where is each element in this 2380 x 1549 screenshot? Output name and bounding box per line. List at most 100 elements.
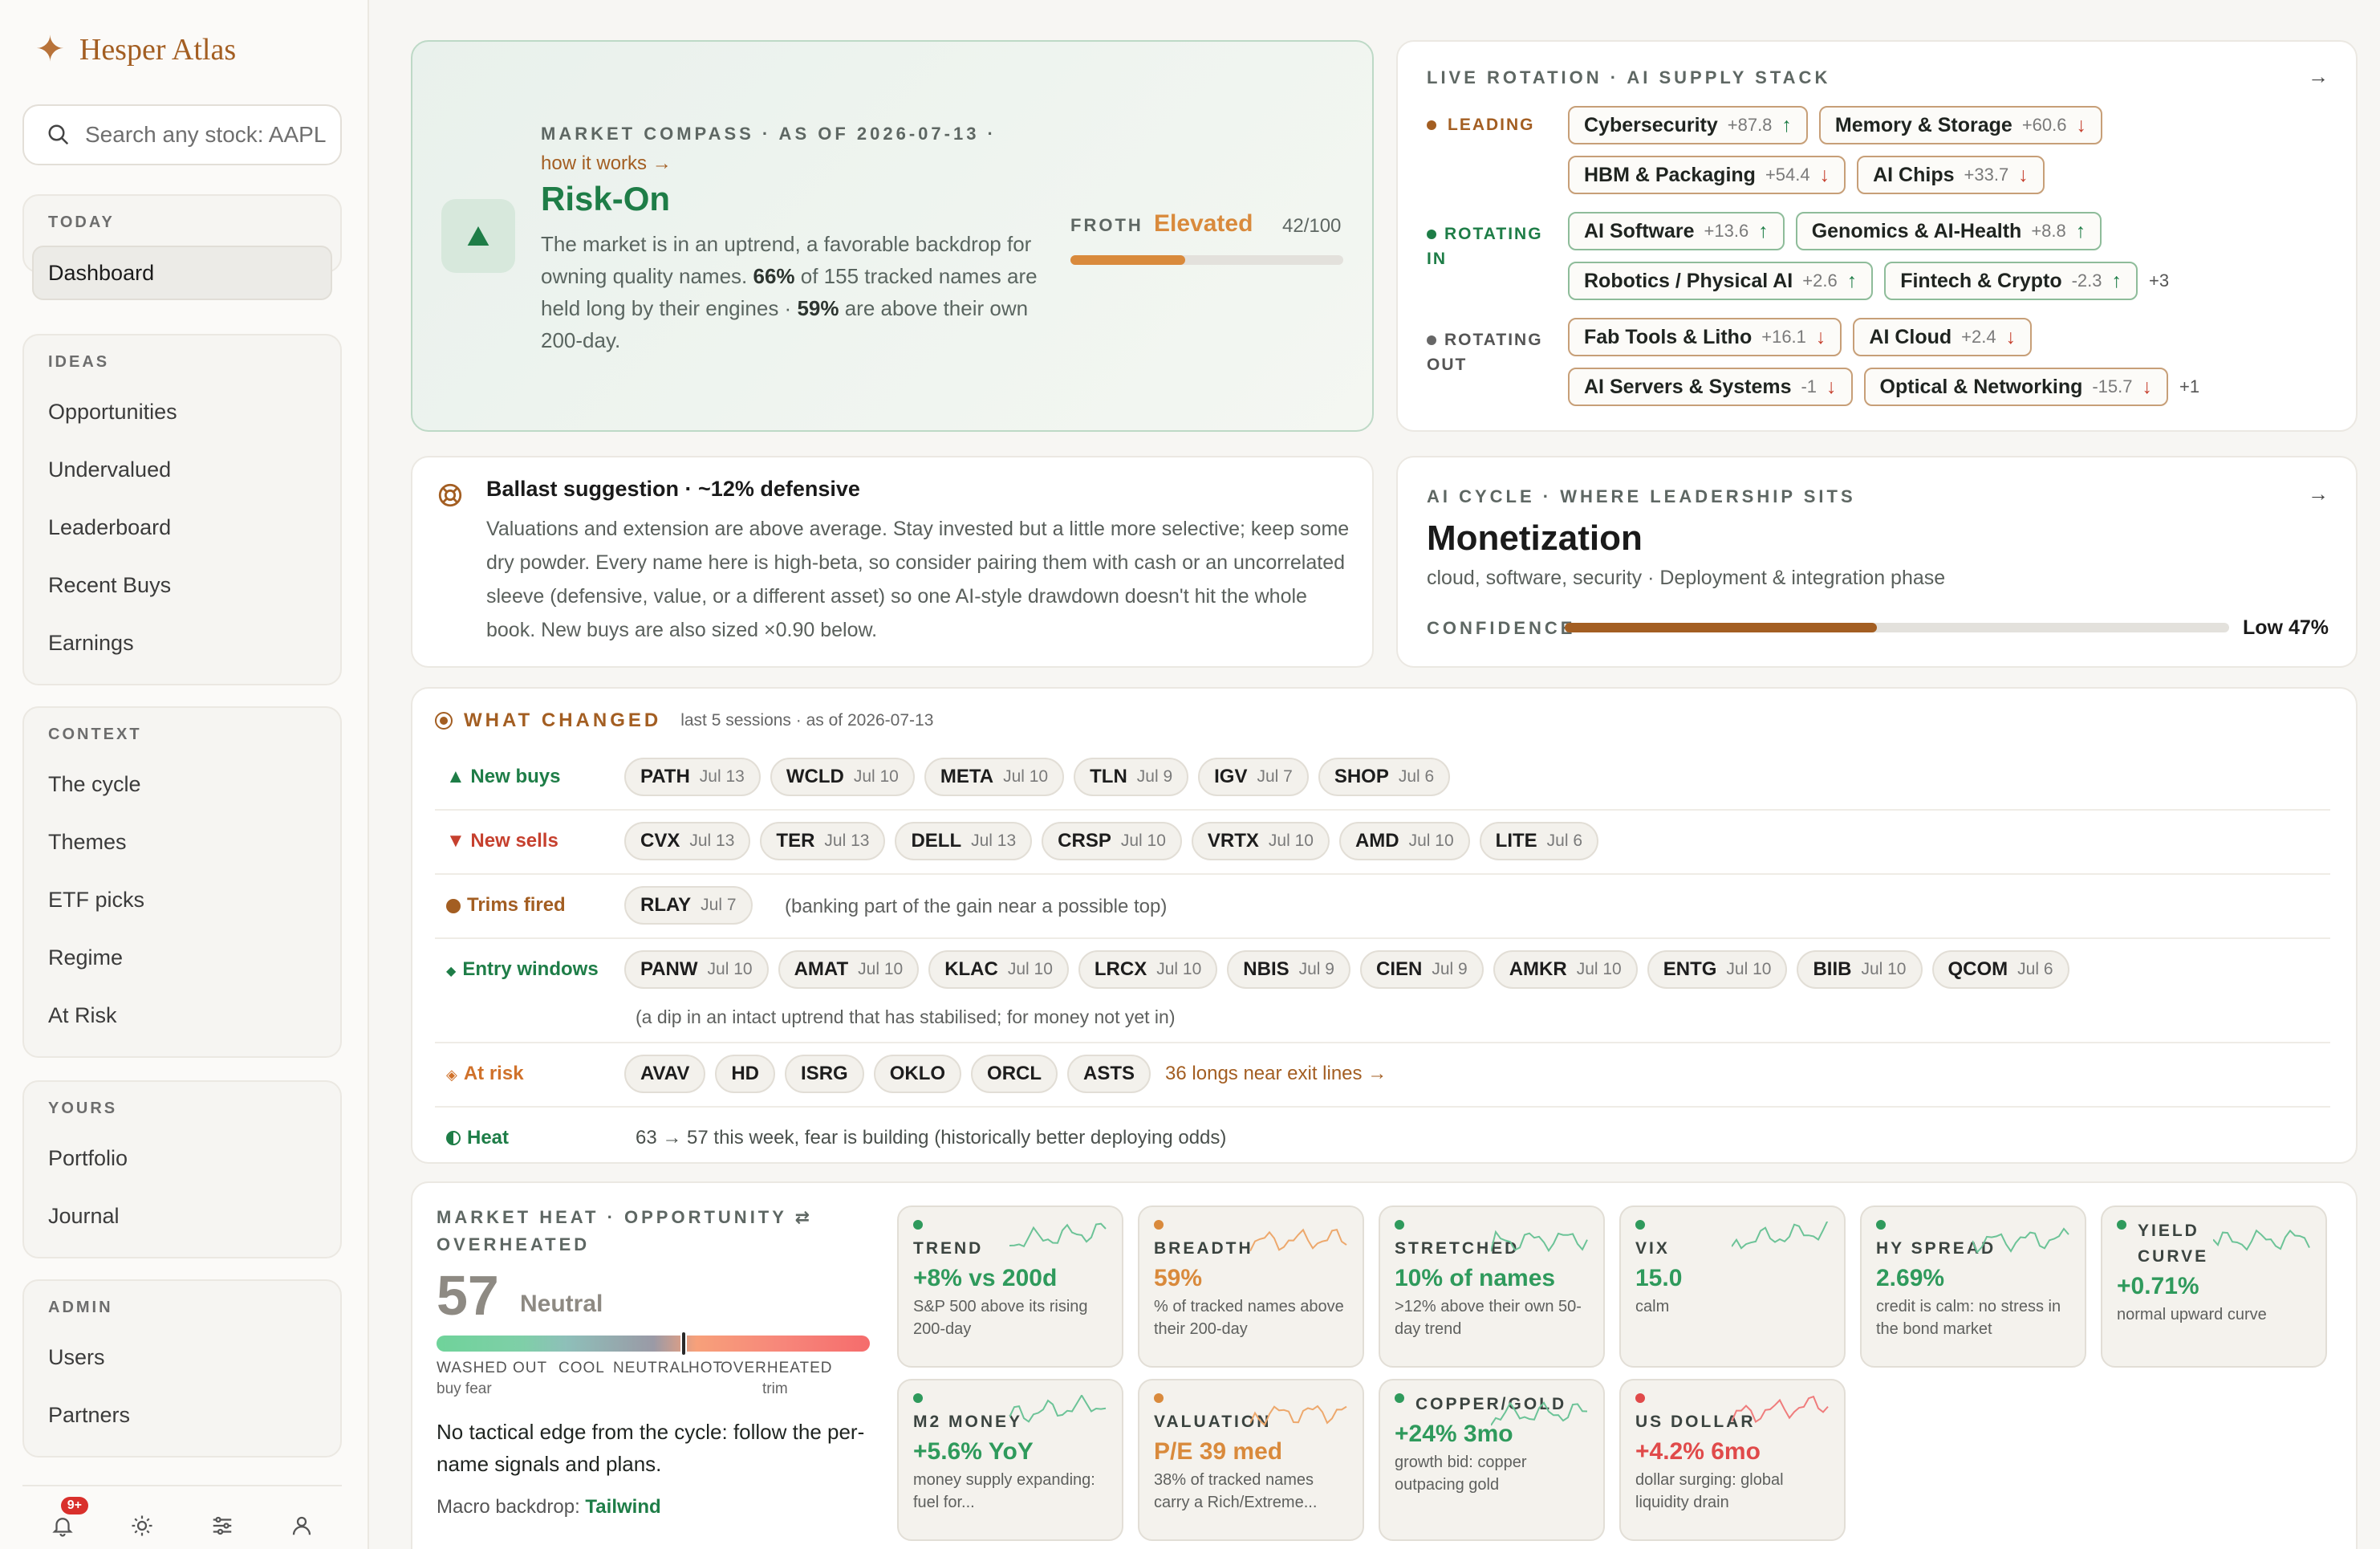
ticker-date: Jul 10 bbox=[1156, 960, 1202, 978]
ticker-date: Jul 6 bbox=[1546, 831, 1583, 850]
ticker-chip[interactable]: ORCL bbox=[971, 1055, 1058, 1093]
indicator-tile[interactable]: HY SPREAD 2.69% credit is calm: no stress … bbox=[1860, 1205, 2086, 1368]
sidebar-item-journal[interactable]: Journal bbox=[34, 1187, 331, 1245]
rotation-chip[interactable]: HBM & Packaging +54.4 ↓ bbox=[1568, 156, 1846, 194]
sidebar-item-the-cycle[interactable]: The cycle bbox=[34, 755, 331, 813]
ticker-chip[interactable]: AVAV bbox=[624, 1055, 706, 1093]
tile-desc: 38% of tracked names carry a Rich/Extrem… bbox=[1154, 1471, 1318, 1511]
heat-row: Heat 63 → 57 this week, fear is building… bbox=[435, 1108, 2330, 1164]
ticker-chip[interactable]: LRCX Jul 10 bbox=[1078, 950, 1218, 989]
sidebar-item-dashboard[interactable]: Dashboard bbox=[32, 246, 332, 300]
rotation-chip-name: AI Servers & Systems bbox=[1584, 375, 1792, 398]
ticker-chip[interactable]: PATH Jul 13 bbox=[624, 758, 761, 796]
ticker-chip[interactable]: HD bbox=[715, 1055, 776, 1093]
sidebar-item-opportunities[interactable]: Opportunities bbox=[34, 383, 331, 441]
rotation-chip[interactable]: AI Servers & Systems -1 ↓ bbox=[1568, 368, 1853, 406]
ticker-chip[interactable]: CRSP Jul 10 bbox=[1042, 822, 1182, 860]
heat-score-label: Neutral bbox=[520, 1291, 603, 1317]
sidebar-item-portfolio[interactable]: Portfolio bbox=[34, 1129, 331, 1187]
indicator-tile[interactable]: STRETCHED 10% of names >12% above their ow… bbox=[1379, 1205, 1605, 1368]
rotation-chip[interactable]: Cybersecurity +87.8 ↑ bbox=[1568, 106, 1808, 144]
ticker-chip[interactable]: AMAT Jul 10 bbox=[778, 950, 920, 989]
account-button[interactable] bbox=[286, 1510, 318, 1542]
sidebar-item-recent-buys[interactable]: Recent Buys bbox=[34, 556, 331, 614]
indicator-tile[interactable]: M2 MONEY +5.6% YoY money supply expanding:… bbox=[897, 1379, 1123, 1541]
indicator-tile[interactable]: TREND +8% vs 200d S&P 500 above its rising… bbox=[897, 1205, 1123, 1368]
ticker-chip[interactable]: CIEN Jul 9 bbox=[1359, 950, 1484, 989]
ticker-chip[interactable]: AMD Jul 10 bbox=[1338, 822, 1470, 860]
rotation-open-arrow-icon[interactable]: → bbox=[2308, 64, 2329, 89]
logo[interactable]: ✦ Hesper Atlas bbox=[35, 32, 236, 67]
sidebar-item-earnings[interactable]: Earnings bbox=[34, 614, 331, 672]
ticker-chip[interactable]: WCLD Jul 10 bbox=[770, 758, 915, 796]
rotating-out-more[interactable]: +1 bbox=[2179, 376, 2199, 397]
ticker-chip[interactable]: VRTX Jul 10 bbox=[1191, 822, 1330, 860]
rotating-in-dot bbox=[1427, 230, 1436, 240]
rotation-chip[interactable]: Fintech & Crypto -2.3 ↑ bbox=[1884, 262, 2138, 300]
ticker-chip[interactable]: DELL Jul 13 bbox=[895, 822, 1033, 860]
target-icon bbox=[435, 712, 453, 730]
status-dot bbox=[913, 1220, 923, 1230]
ticker-chip[interactable]: NBIS Jul 9 bbox=[1227, 950, 1350, 989]
ticker-chip[interactable]: META Jul 10 bbox=[924, 758, 1065, 796]
rotation-chip[interactable]: Memory & Storage +60.6 ↓ bbox=[1818, 106, 2102, 144]
sidebar-item-partners[interactable]: Partners bbox=[34, 1386, 331, 1444]
ticker-chip[interactable]: LITE Jul 6 bbox=[1479, 822, 1599, 860]
rotation-chip-name: Robotics / Physical AI bbox=[1584, 269, 1793, 292]
ticker-chip[interactable]: IGV Jul 7 bbox=[1198, 758, 1309, 796]
indicator-tile[interactable]: COPPER/GOLD +24% 3mo growth bid: copper ou… bbox=[1379, 1379, 1605, 1541]
ticker-chip[interactable]: PANW Jul 10 bbox=[624, 950, 769, 989]
ticker-chip[interactable]: TER Jul 13 bbox=[760, 822, 886, 860]
search-input[interactable]: Search any stock: AAPL bbox=[22, 104, 342, 165]
rotation-kicker: LIVE ROTATION · AI SUPPLY STACK bbox=[1427, 67, 1831, 87]
indicator-tile[interactable]: BREADTH 59%% of tracked names above their… bbox=[1138, 1205, 1364, 1368]
ticker-chip[interactable]: SHOP Jul 6 bbox=[1318, 758, 1451, 796]
ticker-chip[interactable]: RLAY Jul 7 bbox=[624, 886, 753, 925]
ticker-symbol: LRCX bbox=[1094, 958, 1147, 980]
trims-label: Trims fired bbox=[446, 894, 566, 917]
sidebar-item-regime[interactable]: Regime bbox=[34, 929, 331, 986]
rotation-chip[interactable]: Fab Tools & Litho +16.1 ↓ bbox=[1568, 318, 1842, 356]
sidebar-item-etf-picks[interactable]: ETF picks bbox=[34, 871, 331, 929]
rotation-chip[interactable]: AI Chips +33.7 ↓ bbox=[1857, 156, 2045, 194]
rotation-chip[interactable]: Robotics / Physical AI +2.6 ↑ bbox=[1568, 262, 1874, 300]
settings-button[interactable] bbox=[206, 1510, 238, 1542]
indicator-tile[interactable]: VIX 15.0 calm bbox=[1619, 1205, 1846, 1368]
what-changed-header: WHAT CHANGED last 5 sessions · as of 202… bbox=[435, 709, 933, 732]
sidebar-item-at-risk[interactable]: At Risk bbox=[34, 986, 331, 1044]
rotating-in-more[interactable]: +3 bbox=[2149, 270, 2169, 291]
ticker-chip[interactable]: ISRG bbox=[785, 1055, 864, 1093]
arrow-down-icon: ↓ bbox=[2018, 163, 2029, 186]
ticker-chip[interactable]: CVX Jul 13 bbox=[624, 822, 751, 860]
theme-toggle-button[interactable] bbox=[126, 1510, 158, 1542]
rotation-chip[interactable]: AI Cloud +2.4 ↓ bbox=[1853, 318, 2033, 356]
rotation-chip[interactable]: Genomics & AI-Health +8.8 ↑ bbox=[1795, 212, 2102, 250]
rotation-chip-value: -15.7 bbox=[2092, 376, 2133, 396]
indicator-tile[interactable]: VALUATION P/E 39 med 38% of tracked names … bbox=[1138, 1379, 1364, 1541]
notifications-button[interactable]: 9+ bbox=[47, 1497, 88, 1542]
rotation-chip[interactable]: AI Software +13.6 ↑ bbox=[1568, 212, 1785, 250]
tile-value: +8% vs 200d bbox=[913, 1265, 1058, 1291]
indicator-tile[interactable]: US DOLLAR +4.2% 6mo dollar surging: global… bbox=[1619, 1379, 1846, 1541]
sidebar-item-themes[interactable]: Themes bbox=[34, 813, 331, 871]
tile-desc: credit is calm: no stress in the bond ma… bbox=[1876, 1298, 2061, 1338]
ticker-chip[interactable]: BIIB Jul 10 bbox=[1797, 950, 1923, 989]
arrow-up-icon: ↑ bbox=[1846, 269, 1858, 292]
how-it-works-link[interactable]: how it works → bbox=[541, 152, 672, 175]
rotation-chip[interactable]: Optical & Networking -15.7 ↓ bbox=[1863, 368, 2169, 406]
cycle-open-arrow-icon[interactable]: → bbox=[2308, 482, 2329, 506]
ticker-chip[interactable]: AMKR Jul 10 bbox=[1493, 950, 1638, 989]
at-risk-link[interactable]: 36 longs near exit lines → bbox=[1165, 1063, 1387, 1085]
ticker-chip[interactable]: KLAC Jul 10 bbox=[928, 950, 1069, 989]
ticker-chip[interactable]: QCOM Jul 6 bbox=[1931, 950, 2069, 989]
ticker-chip[interactable]: TLN Jul 9 bbox=[1074, 758, 1189, 796]
indicator-tile[interactable]: YIELD CURVE +0.71% normal upward curve bbox=[2101, 1205, 2327, 1368]
ticker-chip[interactable]: OKLO bbox=[873, 1055, 962, 1093]
ticker-symbol: CIEN bbox=[1375, 958, 1423, 980]
sidebar-item-users[interactable]: Users bbox=[34, 1328, 331, 1386]
sidebar-item-leaderboard[interactable]: Leaderboard bbox=[34, 498, 331, 556]
sidebar-item-undervalued[interactable]: Undervalued bbox=[34, 441, 331, 498]
ticker-chip[interactable]: ENTG Jul 10 bbox=[1647, 950, 1788, 989]
ticker-chip[interactable]: ASTS bbox=[1067, 1055, 1151, 1093]
ticker-date: Jul 9 bbox=[1298, 960, 1334, 978]
